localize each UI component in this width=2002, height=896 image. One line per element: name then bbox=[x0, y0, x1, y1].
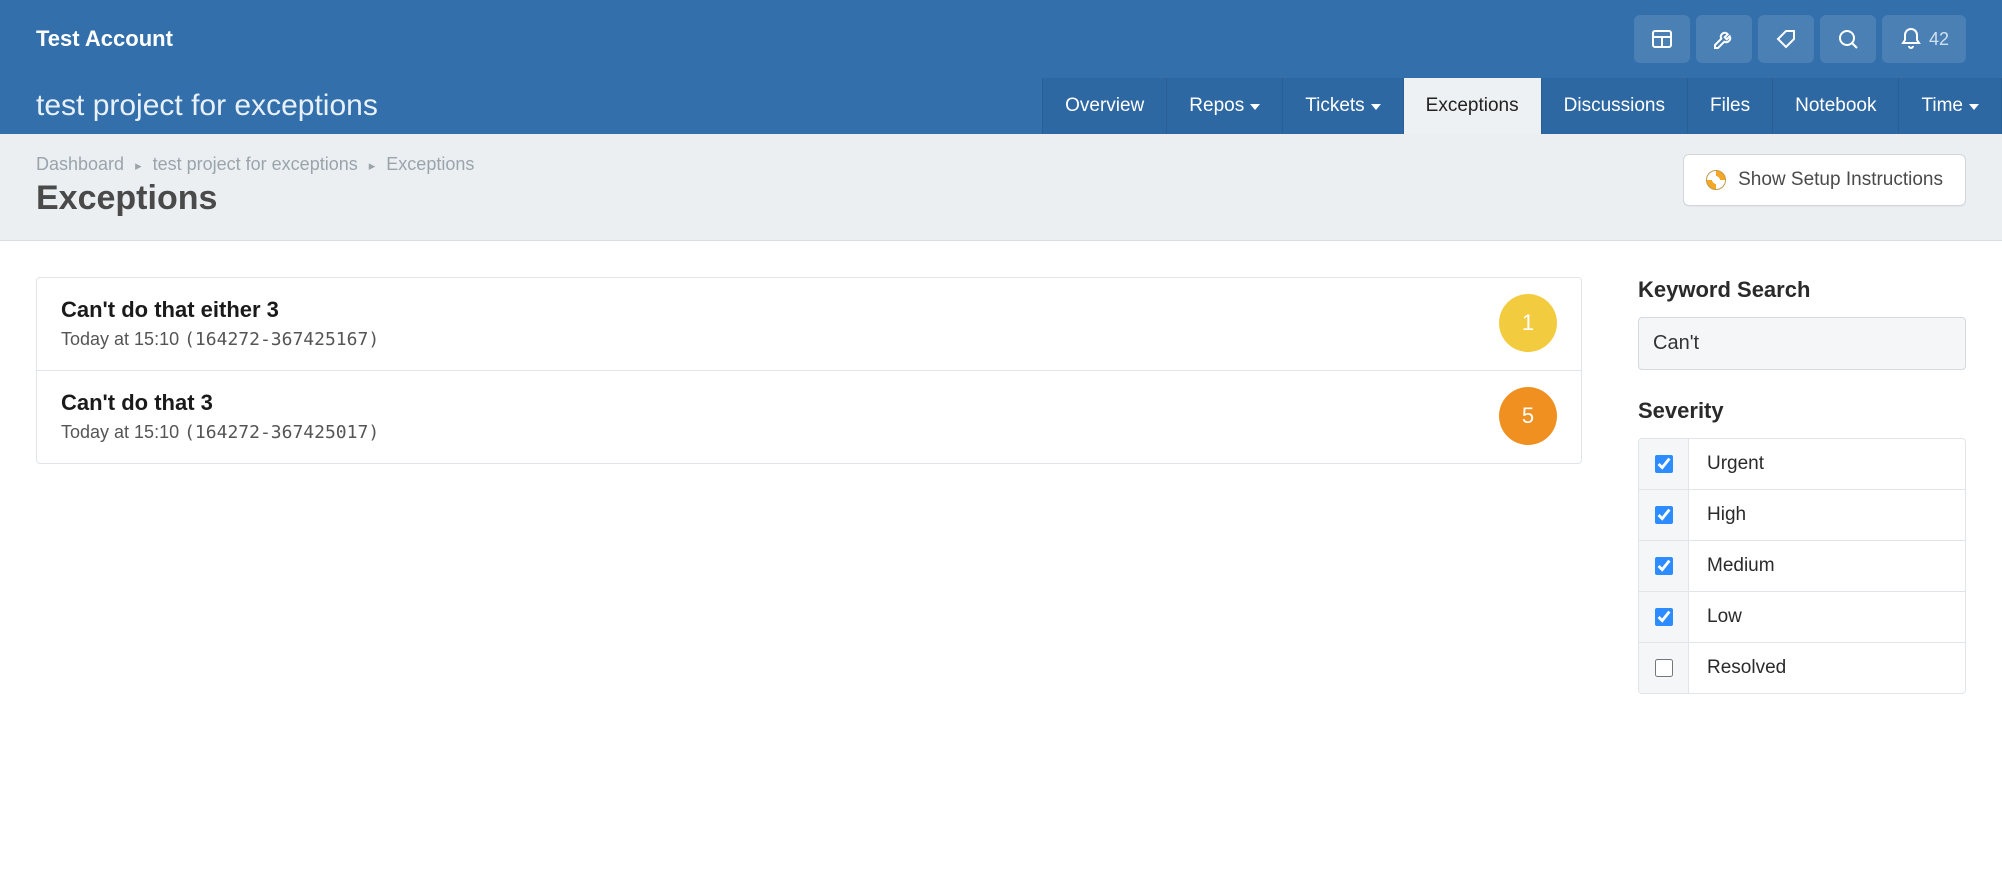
project-title[interactable]: test project for exceptions bbox=[36, 78, 378, 134]
browser-icon-button[interactable] bbox=[1634, 15, 1690, 63]
exception-info: Can't do that 3 Today at 15:10 (164272-36… bbox=[61, 390, 379, 443]
severity-checkbox-cell bbox=[1639, 439, 1689, 489]
account-name[interactable]: Test Account bbox=[36, 26, 173, 52]
tab-overview[interactable]: Overview bbox=[1042, 78, 1167, 134]
filters-column: Keyword Search Severity UrgentHighMedium… bbox=[1638, 277, 1966, 694]
tab-label: Files bbox=[1710, 95, 1750, 117]
tab-exceptions[interactable]: Exceptions bbox=[1404, 78, 1542, 134]
projectbar: test project for exceptions Overview Repo… bbox=[0, 78, 2002, 134]
keyword-search-heading: Keyword Search bbox=[1638, 277, 1966, 303]
exception-row[interactable]: Can't do that either 3 Today at 15:10 (16… bbox=[37, 278, 1581, 371]
tab-tickets[interactable]: Tickets bbox=[1283, 78, 1403, 134]
bell-icon bbox=[1899, 27, 1923, 51]
tab-notebook[interactable]: Notebook bbox=[1773, 78, 1899, 134]
severity-row: Resolved bbox=[1639, 643, 1965, 693]
tab-label: Notebook bbox=[1795, 95, 1876, 117]
wrench-icon-button[interactable] bbox=[1696, 15, 1752, 63]
browser-icon bbox=[1650, 27, 1674, 51]
severity-checkbox[interactable] bbox=[1655, 506, 1673, 524]
severity-row: High bbox=[1639, 490, 1965, 541]
severity-checkbox-cell bbox=[1639, 490, 1689, 540]
exception-count-badge: 1 bbox=[1499, 294, 1557, 352]
search-icon bbox=[1836, 27, 1860, 51]
tab-discussions[interactable]: Discussions bbox=[1542, 78, 1688, 134]
tab-files[interactable]: Files bbox=[1688, 78, 1773, 134]
setup-button-label: Show Setup Instructions bbox=[1738, 169, 1943, 191]
severity-label[interactable]: Medium bbox=[1689, 541, 1965, 591]
topbar-icons: 42 bbox=[1634, 15, 1966, 63]
severity-row: Medium bbox=[1639, 541, 1965, 592]
severity-checkbox-cell bbox=[1639, 592, 1689, 642]
notification-count: 42 bbox=[1929, 29, 1949, 50]
breadcrumb-dashboard[interactable]: Dashboard bbox=[36, 154, 124, 174]
chevron-down-icon bbox=[1250, 104, 1260, 110]
severity-checkbox[interactable] bbox=[1655, 455, 1673, 473]
search-icon-button[interactable] bbox=[1820, 15, 1876, 63]
lifesaver-icon bbox=[1706, 170, 1726, 190]
severity-label[interactable]: High bbox=[1689, 490, 1965, 540]
tab-label: Time bbox=[1921, 95, 1963, 117]
exception-title: Can't do that 3 bbox=[61, 390, 379, 416]
tab-label: Tickets bbox=[1305, 95, 1364, 117]
chevron-down-icon bbox=[1371, 104, 1381, 110]
topbar: Test Account 42 bbox=[0, 0, 2002, 78]
severity-checkbox[interactable] bbox=[1655, 659, 1673, 677]
exceptions-column: Can't do that either 3 Today at 15:10 (16… bbox=[36, 277, 1582, 694]
severity-row: Urgent bbox=[1639, 439, 1965, 490]
tab-label: Discussions bbox=[1564, 95, 1665, 117]
chevron-down-icon bbox=[1969, 104, 1979, 110]
exception-count-badge: 5 bbox=[1499, 387, 1557, 445]
exception-meta: Today at 15:10 (164272-367425017) bbox=[61, 422, 379, 443]
severity-checkbox[interactable] bbox=[1655, 557, 1673, 575]
keyword-search-input[interactable] bbox=[1638, 317, 1966, 370]
tab-label: Overview bbox=[1065, 95, 1144, 117]
breadcrumb-current: Exceptions bbox=[386, 154, 474, 174]
content: Can't do that either 3 Today at 15:10 (16… bbox=[0, 241, 2002, 734]
severity-checkbox-cell bbox=[1639, 643, 1689, 693]
exception-info: Can't do that either 3 Today at 15:10 (16… bbox=[61, 297, 379, 350]
severity-row: Low bbox=[1639, 592, 1965, 643]
tag-icon bbox=[1774, 27, 1798, 51]
tag-icon-button[interactable] bbox=[1758, 15, 1814, 63]
tab-label: Exceptions bbox=[1426, 95, 1519, 117]
severity-list: UrgentHighMediumLowResolved bbox=[1638, 438, 1966, 694]
severity-heading: Severity bbox=[1638, 398, 1966, 424]
wrench-icon bbox=[1712, 27, 1736, 51]
breadcrumb-project[interactable]: test project for exceptions bbox=[153, 154, 358, 174]
tab-repos[interactable]: Repos bbox=[1167, 78, 1283, 134]
notifications-button[interactable]: 42 bbox=[1882, 15, 1966, 63]
tab-label: Repos bbox=[1189, 95, 1244, 117]
exception-row[interactable]: Can't do that 3 Today at 15:10 (164272-36… bbox=[37, 371, 1581, 463]
severity-label[interactable]: Urgent bbox=[1689, 439, 1965, 489]
severity-checkbox[interactable] bbox=[1655, 608, 1673, 626]
severity-label[interactable]: Low bbox=[1689, 592, 1965, 642]
tabs: Overview Repos Tickets Exceptions Discussion… bbox=[1042, 78, 2002, 134]
exception-list: Can't do that either 3 Today at 15:10 (16… bbox=[36, 277, 1582, 464]
exception-title: Can't do that either 3 bbox=[61, 297, 379, 323]
page-title: Exceptions bbox=[36, 179, 474, 218]
exception-meta: Today at 15:10 (164272-367425167) bbox=[61, 329, 379, 350]
show-setup-instructions-button[interactable]: Show Setup Instructions bbox=[1683, 154, 1966, 206]
tab-time[interactable]: Time bbox=[1899, 78, 2002, 134]
page-header-band: Dashboard ▸ test project for exceptions … bbox=[0, 134, 2002, 241]
severity-checkbox-cell bbox=[1639, 541, 1689, 591]
breadcrumb: Dashboard ▸ test project for exceptions … bbox=[36, 154, 474, 175]
severity-label[interactable]: Resolved bbox=[1689, 643, 1965, 693]
